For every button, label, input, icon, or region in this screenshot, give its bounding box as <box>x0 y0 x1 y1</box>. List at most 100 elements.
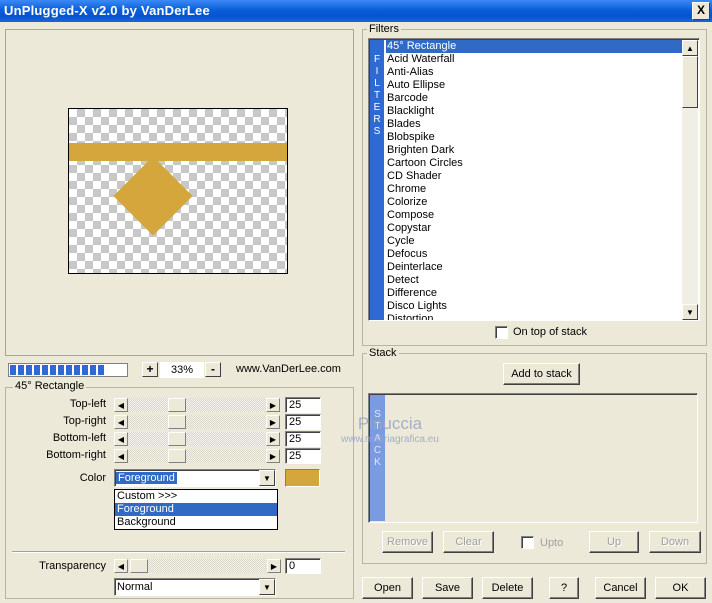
cancel-button[interactable]: Cancel <box>595 577 646 599</box>
arrow-left-icon[interactable]: ◀ <box>114 415 128 429</box>
arrow-left-icon[interactable]: ◀ <box>114 559 128 573</box>
param-label: Top-left <box>69 398 106 410</box>
progress-block <box>82 365 88 375</box>
param-value[interactable]: 25 <box>285 397 321 413</box>
filter-list-item[interactable]: Cartoon Circles <box>386 157 682 170</box>
filter-list-item[interactable]: Blobspike <box>386 131 682 144</box>
scroll-down-icon[interactable]: ▼ <box>682 304 698 320</box>
ok-button[interactable]: OK <box>655 577 706 599</box>
filter-list-item[interactable]: 45° Rectangle <box>386 40 682 53</box>
arrow-right-icon[interactable]: ▶ <box>266 398 280 412</box>
side-letter: C <box>373 445 382 456</box>
scroll-thumb[interactable] <box>682 56 698 108</box>
filter-list-item[interactable]: Blades <box>386 118 682 131</box>
slider-track[interactable] <box>128 559 267 573</box>
on-top-checkbox[interactable] <box>495 326 508 339</box>
chevron-down-icon[interactable]: ▼ <box>259 470 275 486</box>
filter-list-item[interactable]: Blacklight <box>386 105 682 118</box>
filters-side-label: FILTERS <box>370 40 384 320</box>
slider-track[interactable] <box>128 398 266 412</box>
filter-list-item[interactable]: Copystar <box>386 222 682 235</box>
filter-list-item[interactable]: Anti-Alias <box>386 66 682 79</box>
down-button[interactable]: Down <box>649 531 701 553</box>
param-label: Top-right <box>63 415 106 427</box>
slider-thumb[interactable] <box>168 398 186 412</box>
slider-thumb[interactable] <box>168 415 186 429</box>
slider-thumb[interactable] <box>130 559 148 573</box>
delete-button[interactable]: Delete <box>482 577 533 599</box>
filters-listbox[interactable]: FILTERS 45° Rectangle Acid Waterfall Anti-… <box>368 38 700 321</box>
blend-mode-select[interactable]: Normal ▼ <box>114 578 276 596</box>
filter-list-item[interactable]: CD Shader <box>386 170 682 183</box>
stack-list[interactable]: STACK <box>368 393 698 523</box>
filter-list-item[interactable]: Cycle <box>386 235 682 248</box>
arrow-right-icon[interactable]: ▶ <box>266 449 280 463</box>
chevron-down-icon[interactable]: ▼ <box>259 579 275 595</box>
side-letter: K <box>374 457 381 468</box>
slider-track[interactable] <box>128 415 266 429</box>
zoom-in-button[interactable]: + <box>142 362 158 377</box>
help-button[interactable]: ? <box>549 577 579 599</box>
filters-scrollbar[interactable]: ▲ ▼ <box>682 40 698 320</box>
website-link[interactable]: www.VanDerLee.com <box>236 363 341 375</box>
arrow-right-icon[interactable]: ▶ <box>266 432 280 446</box>
filters-list[interactable]: 45° Rectangle Acid Waterfall Anti-Alias Aut… <box>386 40 682 320</box>
slider-track[interactable] <box>128 432 266 446</box>
transparency-value[interactable]: 0 <box>285 558 321 574</box>
dropdown-option[interactable]: Background <box>115 516 277 529</box>
arrow-left-icon[interactable]: ◀ <box>114 432 128 446</box>
slider-thumb[interactable] <box>168 449 186 463</box>
param-value[interactable]: 25 <box>285 448 321 464</box>
dropdown-option[interactable]: Foreground <box>115 503 277 516</box>
filter-list-item[interactable]: Distortion <box>386 313 682 320</box>
filter-list-item[interactable]: Defocus <box>386 248 682 261</box>
param-slider[interactable]: ◀ ▶ <box>114 431 280 447</box>
open-button[interactable]: Open <box>362 577 413 599</box>
filter-list-item[interactable]: Compose <box>386 209 682 222</box>
filter-list-item[interactable]: Colorize <box>386 196 682 209</box>
progress-block <box>58 365 64 375</box>
filter-list-item[interactable]: Difference <box>386 287 682 300</box>
upto-checkbox[interactable] <box>521 536 534 549</box>
progress-block <box>50 365 56 375</box>
close-button[interactable]: X <box>692 2 710 20</box>
filter-list-item[interactable]: Auto Ellipse <box>386 79 682 92</box>
filter-list-item[interactable]: Barcode <box>386 92 682 105</box>
on-top-label: On top of stack <box>513 326 587 338</box>
arrow-left-icon[interactable]: ◀ <box>114 398 128 412</box>
param-value[interactable]: 25 <box>285 414 321 430</box>
transparency-slider[interactable]: ◀ ▶ <box>114 558 281 574</box>
color-select[interactable]: Foreground ▼ <box>114 469 276 487</box>
scroll-up-icon[interactable]: ▲ <box>682 40 698 56</box>
slider-thumb[interactable] <box>168 432 186 446</box>
filter-list-item[interactable]: Chrome <box>386 183 682 196</box>
arrow-right-icon[interactable]: ▶ <box>266 415 280 429</box>
color-swatch[interactable] <box>285 469 320 487</box>
dropdown-option[interactable]: Custom >>> <box>115 490 277 503</box>
filter-list-item[interactable]: Deinterlace <box>386 261 682 274</box>
upto-label: Upto <box>540 537 564 549</box>
filter-list-item[interactable]: Acid Waterfall <box>386 53 682 66</box>
progress-bar <box>8 363 128 377</box>
filter-list-item[interactable]: Brighten Dark <box>386 144 682 157</box>
color-dropdown-list[interactable]: Custom >>> Foreground Background <box>114 489 278 530</box>
filter-list-item[interactable]: Disco Lights <box>386 300 682 313</box>
preview-band-shape <box>69 143 287 161</box>
param-slider[interactable]: ◀ ▶ <box>114 397 280 413</box>
up-button[interactable]: Up <box>589 531 639 553</box>
preview-canvas[interactable] <box>68 108 288 274</box>
side-letter: S <box>373 126 381 137</box>
filter-list-item[interactable]: Detect <box>386 274 682 287</box>
remove-button[interactable]: Remove <box>382 531 433 553</box>
progress-block <box>42 365 48 375</box>
watermark-url: www.matiriagrafica.eu <box>341 434 439 445</box>
param-slider[interactable]: ◀ ▶ <box>114 448 280 464</box>
save-button[interactable]: Save <box>422 577 473 599</box>
slider-track[interactable] <box>128 449 266 463</box>
arrow-right-icon[interactable]: ▶ <box>267 559 281 573</box>
clear-button[interactable]: Clear <box>443 531 494 553</box>
param-slider[interactable]: ◀ ▶ <box>114 414 280 430</box>
arrow-left-icon[interactable]: ◀ <box>114 449 128 463</box>
zoom-out-button[interactable]: - <box>205 362 221 377</box>
add-to-stack-button[interactable]: Add to stack <box>503 363 580 385</box>
